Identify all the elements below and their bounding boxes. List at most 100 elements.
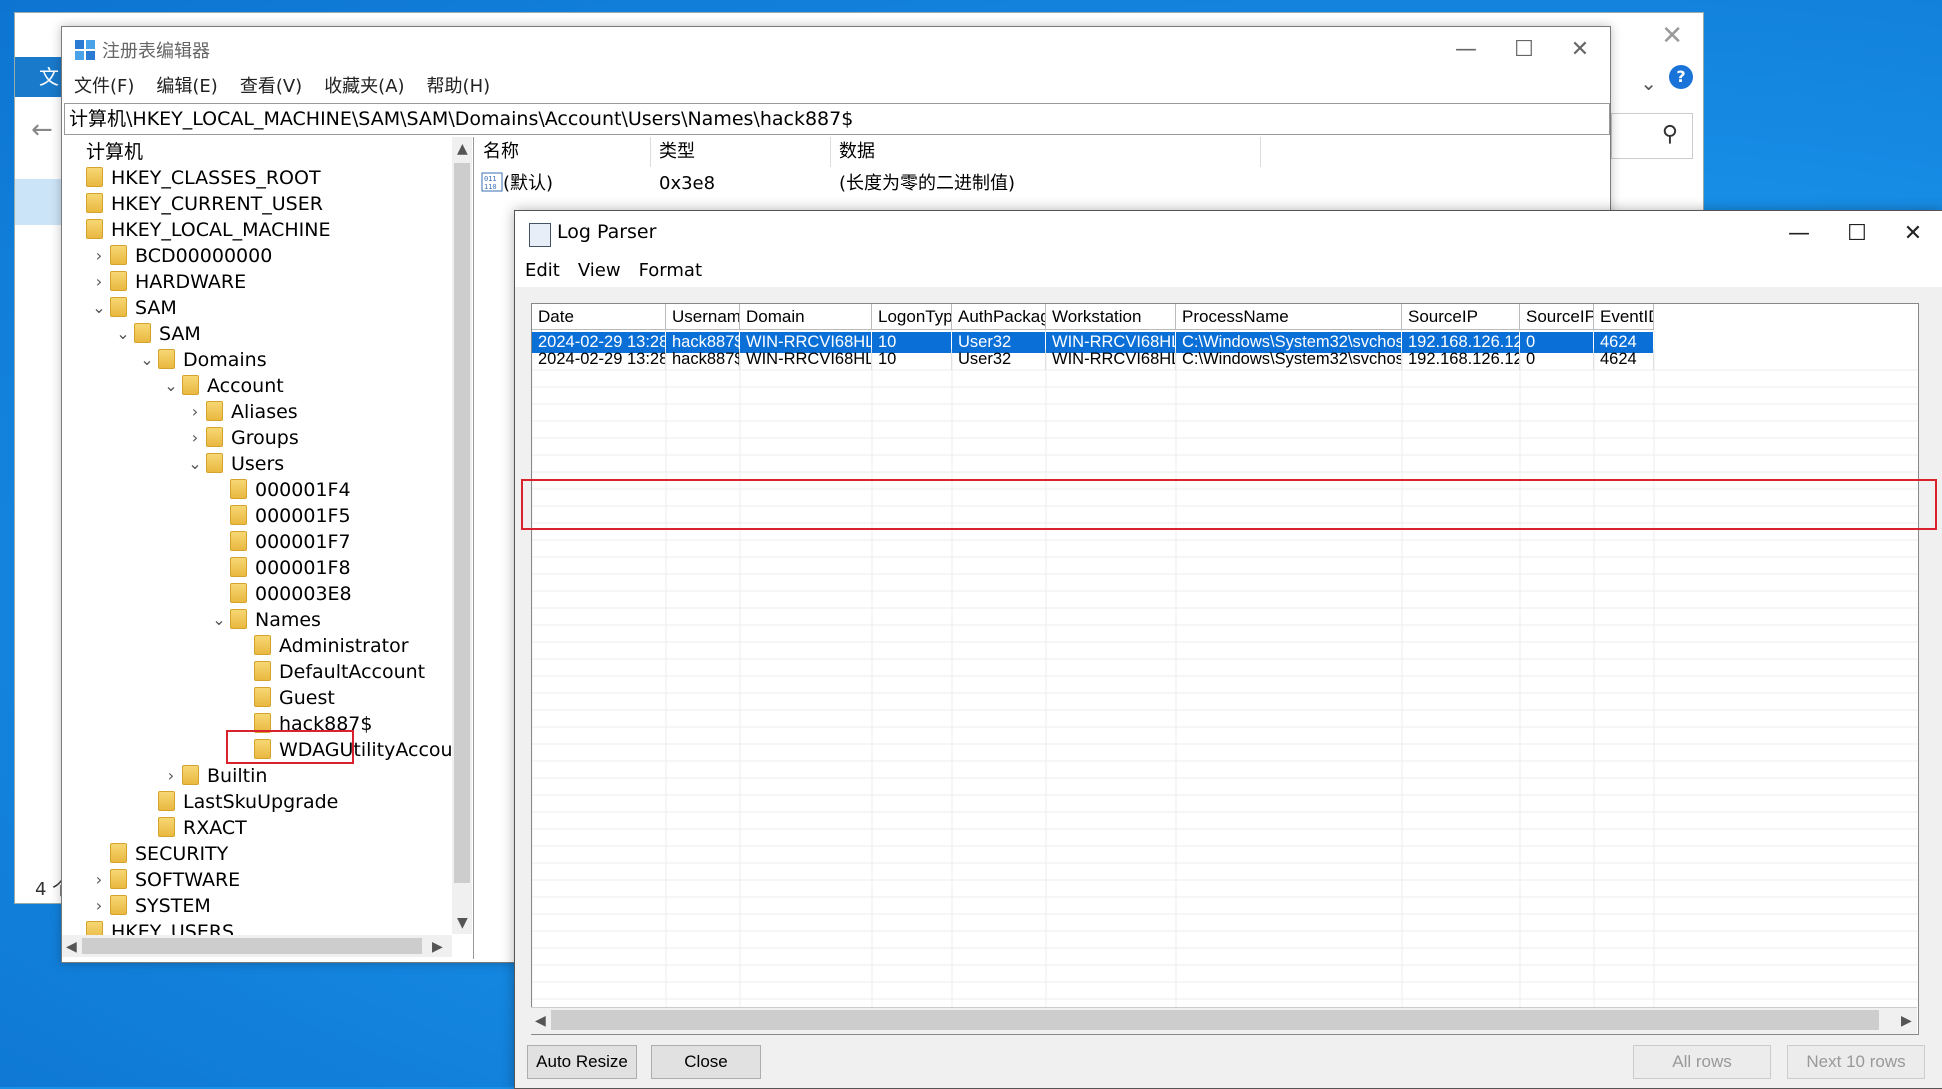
tree-node[interactable]: 000001F4 (230, 477, 351, 503)
menu-help[interactable]: 帮助(H) (427, 71, 491, 103)
menu-view[interactable]: View (578, 255, 621, 287)
tree-node[interactable]: Guest (254, 685, 335, 711)
chevron-right-icon[interactable]: › (90, 867, 108, 893)
all-rows-button[interactable]: All rows (1633, 1045, 1771, 1079)
table-row[interactable]: 2024-02-29 13:28:48hack887$WIN-RRCVI68HL… (532, 349, 1918, 370)
tree-node[interactable]: › Aliases (192, 399, 298, 425)
tree-node[interactable]: HKEY_CLASSES_ROOT (86, 165, 321, 191)
chevron-right-icon[interactable]: › (90, 243, 108, 269)
explorer-search-box[interactable]: ⚲ (1611, 113, 1693, 159)
tree-node[interactable]: › HARDWARE (96, 269, 246, 295)
grid-column-header[interactable]: SourceIP (1402, 304, 1520, 330)
tree-node[interactable]: HKEY_LOCAL_MACHINE (86, 217, 331, 243)
logparser-titlebar[interactable]: Log Parser — ☐ ✕ (515, 211, 1942, 255)
next-rows-button[interactable]: Next 10 rows (1787, 1045, 1925, 1079)
help-icon[interactable]: ? (1669, 65, 1693, 89)
chevron-down-icon[interactable]: ⌄ (138, 347, 156, 373)
menu-file[interactable]: 文件(F) (74, 71, 134, 103)
back-arrow-icon[interactable]: ← (31, 115, 53, 145)
tree-node[interactable]: 000001F5 (230, 503, 351, 529)
maximize-button[interactable]: ☐ (1829, 217, 1885, 251)
close-button[interactable]: ✕ (1552, 33, 1608, 67)
tree-node[interactable]: HKEY_CURRENT_USER (86, 191, 323, 217)
explorer-selected-item[interactable] (15, 179, 67, 225)
close-button[interactable]: ✕ (1885, 217, 1941, 251)
grid-column-header[interactable]: AuthPackage (952, 304, 1046, 330)
tree-node[interactable]: Administrator (254, 633, 409, 659)
menu-favorites[interactable]: 收藏夹(A) (324, 71, 404, 103)
tree-node[interactable]: LastSkuUpgrade (158, 789, 338, 815)
grid-column-header[interactable]: LogonType (872, 304, 952, 330)
tree-node[interactable]: 000003E8 (230, 581, 352, 607)
chevron-down-icon[interactable]: ⌄ (186, 451, 204, 477)
grid-column-header[interactable]: Username (666, 304, 740, 330)
close-button[interactable]: Close (651, 1045, 761, 1079)
folder-icon (206, 401, 223, 421)
scroll-right-icon[interactable]: ▶ (1901, 1013, 1912, 1029)
value-row-default[interactable]: 011 110 (默认) (481, 169, 553, 199)
grid-horizontal-scroll-thumb[interactable] (551, 1010, 1879, 1030)
chevron-right-icon[interactable]: › (186, 425, 204, 451)
chevron-right-icon[interactable]: › (90, 269, 108, 295)
tree-node[interactable]: › BCD00000000 (96, 243, 272, 269)
scroll-down-icon[interactable]: ▼ (457, 915, 468, 931)
tree-node[interactable]: › SOFTWARE (96, 867, 240, 893)
chevron-down-icon[interactable]: ⌄ (210, 607, 228, 633)
grid-column-header[interactable]: EventID (1594, 304, 1654, 330)
tree-node-label: SAM (135, 297, 177, 319)
tree-node[interactable]: › SYSTEM (96, 893, 211, 919)
tree-node[interactable]: DefaultAccount (254, 659, 425, 685)
minimize-button[interactable]: — (1438, 33, 1494, 67)
column-header-type[interactable]: 类型 (651, 137, 831, 167)
column-header-name[interactable]: 名称 (475, 137, 651, 167)
chevron-down-icon[interactable]: ⌄ (162, 373, 180, 399)
chevron-right-icon[interactable]: › (162, 763, 180, 789)
tree-node[interactable]: ⌄ Names (212, 607, 321, 633)
folder-icon (206, 453, 223, 473)
chevron-right-icon[interactable]: › (90, 893, 108, 919)
tree-node[interactable]: 计算机 (86, 139, 143, 165)
tree-node[interactable]: 000001F7 (230, 529, 351, 555)
folder-icon (110, 895, 127, 915)
tree-node[interactable]: RXACT (158, 815, 247, 841)
grid-column-header[interactable]: Domain (740, 304, 872, 330)
scroll-right-icon[interactable]: ▶ (432, 939, 443, 955)
tree-vertical-scroll-thumb[interactable] (454, 163, 470, 883)
tree-horizontal-scroll-thumb[interactable] (82, 938, 422, 954)
tree-node-label: DefaultAccount (279, 661, 426, 683)
chevron-down-icon[interactable]: ⌄ (114, 321, 132, 347)
tree-node[interactable]: › Builtin (168, 763, 267, 789)
close-icon[interactable]: ✕ (1661, 21, 1683, 51)
folder-icon (182, 765, 199, 785)
column-header-data[interactable]: 数据 (831, 137, 1261, 167)
tree-node[interactable]: SECURITY (110, 841, 228, 867)
tree-node[interactable]: › Groups (192, 425, 299, 451)
regedit-titlebar[interactable]: 注册表编辑器 — ☐ ✕ (62, 27, 1610, 71)
minimize-button[interactable]: — (1771, 217, 1827, 251)
tree-node[interactable]: ⌄ SAM (92, 295, 177, 321)
chevron-down-icon[interactable]: ⌄ (90, 295, 108, 321)
grid-column-header[interactable]: Date (532, 304, 666, 330)
chevron-right-icon[interactable]: › (186, 399, 204, 425)
tree-node[interactable]: 000001F8 (230, 555, 351, 581)
menu-view[interactable]: 查看(V) (240, 71, 302, 103)
scroll-left-icon[interactable]: ◀ (66, 939, 77, 955)
maximize-button[interactable]: ☐ (1496, 33, 1552, 67)
menu-edit[interactable]: Edit (525, 255, 560, 287)
address-bar[interactable]: 计算机\HKEY_LOCAL_MACHINE\SAM\SAM\Domains\A… (64, 103, 1610, 135)
scroll-left-icon[interactable]: ◀ (535, 1013, 546, 1029)
grid-column-header[interactable]: Workstation (1046, 304, 1176, 330)
grid-column-header[interactable]: SourceIP2 (1520, 304, 1594, 330)
tree-node[interactable]: ⌄ Domains (140, 347, 267, 373)
chevron-down-icon[interactable]: ⌄ (1640, 71, 1657, 95)
menu-format[interactable]: Format (639, 255, 702, 287)
tree-node[interactable]: ⌄ Account (164, 373, 284, 399)
tree-node[interactable]: ⌄ SAM (116, 321, 201, 347)
tree-node-label: Account (207, 375, 284, 397)
auto-resize-button[interactable]: Auto Resize (527, 1045, 637, 1079)
grid-column-header[interactable]: ProcessName (1176, 304, 1402, 330)
scroll-up-icon[interactable]: ▲ (457, 141, 468, 157)
menu-edit[interactable]: 编辑(E) (156, 71, 217, 103)
tree-node[interactable]: ⌄ Users (188, 451, 284, 477)
svg-text:110: 110 (484, 183, 497, 191)
